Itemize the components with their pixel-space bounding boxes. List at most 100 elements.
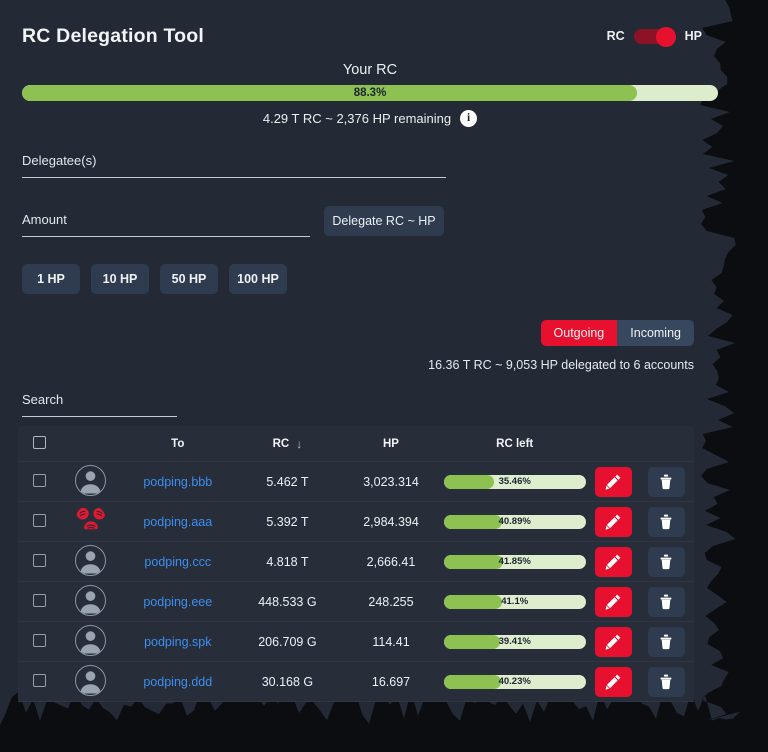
edit-delegation-button[interactable] <box>594 626 632 657</box>
row-checkbox[interactable] <box>32 473 46 487</box>
amount-label: Amount <box>22 212 67 227</box>
sort-desc-arrow-icon: ↓ <box>296 437 303 451</box>
table-row: podping.aaa 5.392 T 2,984.394 40.89% <box>18 501 694 542</box>
header-to[interactable]: To <box>121 426 235 462</box>
trash-icon <box>658 513 674 530</box>
header-rc-left[interactable]: RC left <box>442 426 588 462</box>
trash-icon <box>658 553 674 570</box>
search-label: Search <box>22 392 64 407</box>
table-row: podping.bbb 5.462 T 3,023.314 35.46% <box>18 461 694 502</box>
row-checkbox[interactable] <box>32 553 46 567</box>
rc-meter-block: Your RC 88.3% 4.29 T RC ~ 2,376 HP remai… <box>0 62 740 127</box>
row-edit-cell <box>588 662 639 702</box>
row-checkbox[interactable] <box>32 593 46 607</box>
row-avatar-cell <box>60 502 120 542</box>
rc-left-progress-bar: 40.89% <box>443 514 586 529</box>
account-link[interactable]: podping.ccc <box>144 555 211 569</box>
tab-incoming[interactable]: Incoming <box>617 320 694 346</box>
edit-delegation-button[interactable] <box>594 506 632 537</box>
quick-amount-1hp[interactable]: 1 HP <box>22 264 80 294</box>
delegate-button[interactable]: Delegate RC ~ HP <box>324 206 444 236</box>
header-rc[interactable]: RC ↓ <box>235 426 341 462</box>
row-rc-cell: 206.709 G <box>258 634 317 649</box>
row-select-cell <box>18 462 60 502</box>
row-hp-cell: 3,023.314 <box>363 474 419 489</box>
user-avatar-icon <box>75 624 107 656</box>
podping-logo-icon <box>75 505 106 536</box>
rc-remaining-text: 4.29 T RC ~ 2,376 HP remaining <box>262 111 452 126</box>
tab-outgoing[interactable]: Outgoing <box>540 320 618 346</box>
trash-icon <box>658 593 674 610</box>
quick-amount-100hp[interactable]: 100 HP <box>229 264 287 294</box>
delegations-table-card: To RC ↓ HP RC left podping.bbb 5.462 T 3,02… <box>18 426 694 702</box>
toggle-label-hp: HP <box>684 29 702 43</box>
edit-delegation-button[interactable] <box>594 466 632 497</box>
account-link[interactable]: podping.spk <box>144 635 211 649</box>
delete-delegation-button[interactable] <box>647 546 685 577</box>
row-to-cell: podping.spk <box>121 622 235 662</box>
account-link[interactable]: podping.eee <box>143 595 212 609</box>
row-delete-cell <box>639 462 694 502</box>
search-field-wrapper[interactable]: Search <box>22 388 177 417</box>
header-select-all <box>18 426 60 462</box>
header-hp[interactable]: HP <box>340 426 442 462</box>
row-checkbox[interactable] <box>32 673 46 687</box>
account-link[interactable]: podping.aaa <box>143 515 212 529</box>
pencil-icon <box>605 513 622 530</box>
rc-hp-toggle-group[interactable]: RC HP <box>607 27 702 47</box>
rc-left-progress-bar: 35.46% <box>443 474 586 489</box>
row-edit-cell <box>588 622 639 662</box>
row-rc-cell: 4.818 T <box>266 554 309 569</box>
rc-progress-bar: 88.3% <box>22 85 718 101</box>
rc-left-progress-bar: 41.85% <box>443 554 586 569</box>
row-rc-cell: 5.462 T <box>266 474 309 489</box>
row-avatar-cell <box>60 622 120 662</box>
amount-field-wrapper[interactable]: Amount <box>22 208 310 237</box>
pencil-icon <box>605 633 622 650</box>
row-to-cell: podping.aaa <box>121 502 235 542</box>
edit-delegation-button[interactable] <box>594 666 632 697</box>
info-icon[interactable]: i <box>460 110 478 127</box>
user-avatar-icon <box>75 584 107 616</box>
row-edit-cell <box>588 582 639 622</box>
row-rc-left-cell: 35.46% <box>442 462 588 502</box>
delete-delegation-button[interactable] <box>647 626 685 657</box>
delegations-table: To RC ↓ HP RC left podping.bbb 5.462 T 3,02… <box>18 426 694 702</box>
table-body: podping.bbb 5.462 T 3,023.314 35.46% podping… <box>18 461 694 702</box>
header-rc-label: RC <box>272 438 290 450</box>
account-link[interactable]: podping.ddd <box>143 675 212 689</box>
select-all-checkbox[interactable] <box>32 436 46 449</box>
trash-icon <box>658 673 674 690</box>
row-hp-cell: 248.255 <box>368 594 414 609</box>
row-checkbox[interactable] <box>32 633 46 647</box>
row-avatar-cell <box>60 582 120 622</box>
row-select-cell <box>18 542 60 582</box>
row-hp-cell: 114.41 <box>372 634 410 649</box>
edit-delegation-button[interactable] <box>594 586 632 617</box>
rc-left-progress-label: 41.85% <box>498 555 531 567</box>
row-rc-cell: 30.168 G <box>261 674 314 689</box>
page-title: RC Delegation Tool <box>22 24 204 47</box>
row-checkbox[interactable] <box>32 513 46 527</box>
table-row: podping.ddd 30.168 G 16.697 40.23% <box>18 661 694 702</box>
direction-tabs: Outgoing Incoming <box>540 320 694 346</box>
delete-delegation-button[interactable] <box>647 466 685 497</box>
rc-left-progress-label: 35.46% <box>498 475 531 487</box>
quick-amount-50hp[interactable]: 50 HP <box>160 264 218 294</box>
row-hp-cell: 2,984.394 <box>363 514 419 529</box>
quick-amount-10hp[interactable]: 10 HP <box>91 264 149 294</box>
delegation-form: Delegatee(s) Amount Delegate RC ~ HP 1 H… <box>0 149 740 294</box>
pencil-icon <box>605 553 622 570</box>
rc-progress-label: 88.3% <box>353 87 387 99</box>
account-link[interactable]: podping.bbb <box>143 475 212 489</box>
edit-delegation-button[interactable] <box>594 546 632 577</box>
rc-hp-toggle-switch[interactable] <box>633 27 676 47</box>
delete-delegation-button[interactable] <box>647 586 685 617</box>
delete-delegation-button[interactable] <box>647 666 685 697</box>
toggle-knob[interactable] <box>655 27 676 47</box>
delegatee-field-wrapper[interactable]: Delegatee(s) <box>22 149 446 178</box>
delete-delegation-button[interactable] <box>647 506 685 537</box>
pencil-icon <box>605 593 622 610</box>
amount-row: Amount Delegate RC ~ HP <box>22 206 718 237</box>
row-delete-cell <box>639 622 694 662</box>
